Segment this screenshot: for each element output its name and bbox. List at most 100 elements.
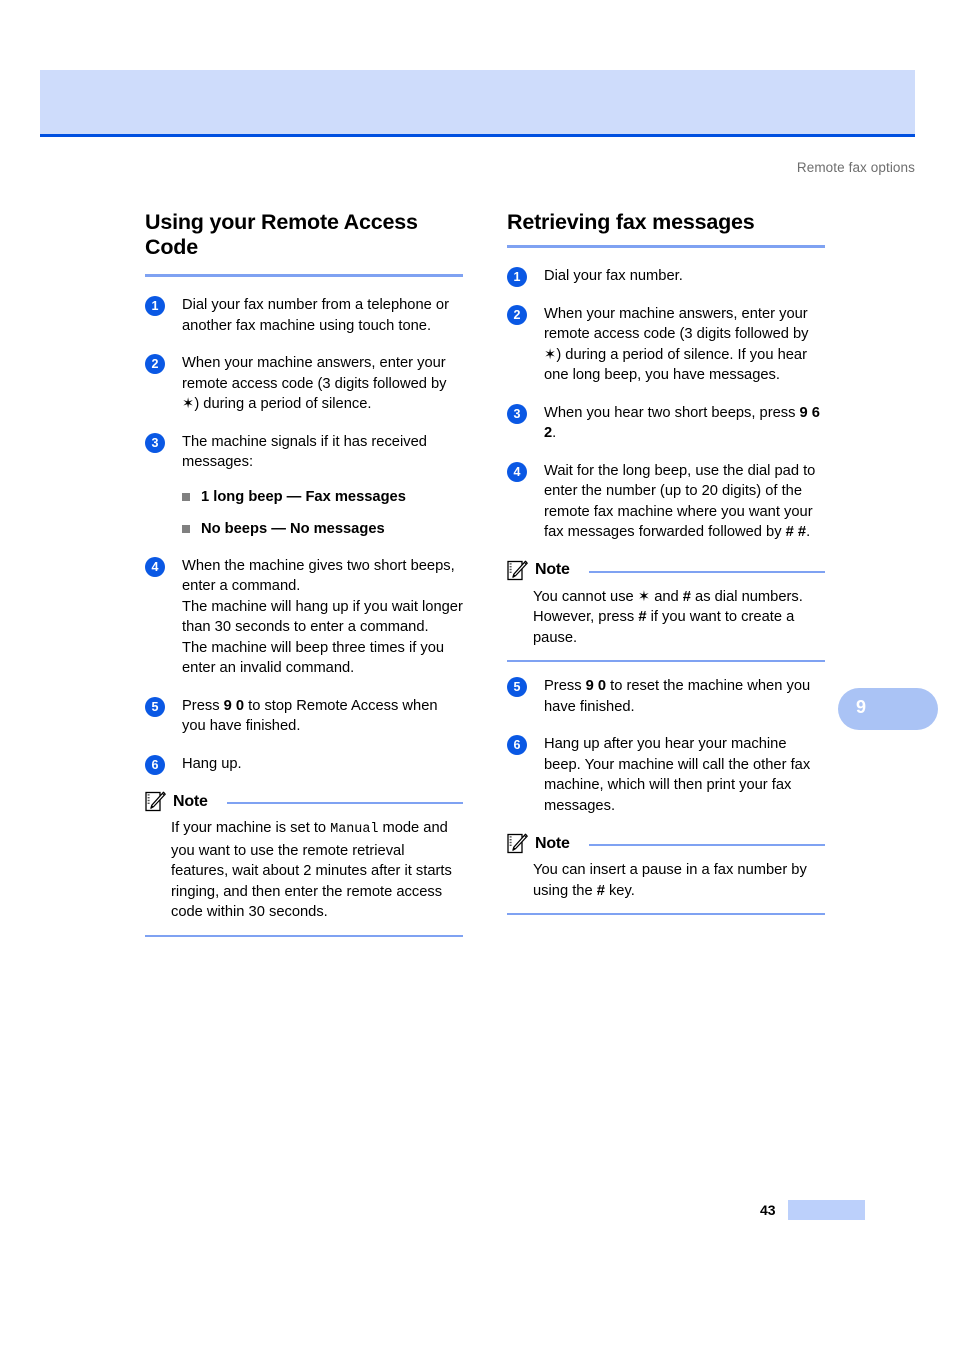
note-label: Note: [535, 561, 570, 578]
step-text-part: .: [806, 524, 811, 540]
step-text-line-2: The machine will hang up if you wait lon…: [182, 598, 463, 636]
step-number-badge: 1: [145, 296, 165, 316]
note-text: You can insert a pause in a fax number b…: [533, 860, 825, 901]
step-number-badge: 3: [145, 432, 165, 453]
right-step-2: 2 When your machine answers, enter your …: [507, 304, 825, 386]
note-label: Note: [535, 834, 570, 852]
note-body: You cannot use ✶ and # as dial numbers. …: [533, 587, 825, 649]
step-number-badge: 6: [145, 754, 165, 775]
left-section-title: Using your Remote Access Code: [145, 210, 418, 259]
note-text-part: and: [650, 588, 683, 605]
step-text-part: ) during a period of silence.: [194, 396, 372, 412]
step-text-part: When your machine answers, enter your re…: [544, 305, 809, 343]
key-code: #: [596, 882, 605, 899]
step-text-line-1: When the machine gives two short beeps, …: [182, 557, 455, 595]
note-body: If your machine is set to Manual mode an…: [171, 818, 463, 923]
note-header: Note: [145, 791, 463, 812]
list-item-label: 1 long beep — Fax messages: [201, 488, 406, 505]
right-note-box-1: Note You cannot use ✶ and # as dial numb…: [507, 560, 825, 662]
step-number-badge: 5: [145, 696, 165, 717]
step-number-badge: 4: [507, 461, 527, 482]
key-code: # #: [785, 524, 807, 540]
mode-value: Manual: [330, 822, 379, 837]
running-header: Remote fax options: [796, 160, 915, 175]
step-number-badge: 4: [145, 556, 165, 577]
step-text: Dial your fax number from a telephone or…: [182, 297, 449, 334]
note-text-part: You can insert a pause in a fax number b…: [533, 862, 807, 899]
left-title-rule: [145, 274, 463, 277]
left-column: Using your Remote Access Code 1 Dial you…: [145, 210, 463, 951]
key-code: 9 0: [223, 697, 245, 714]
step-number-badge: 2: [507, 304, 527, 325]
note-header: Note: [507, 560, 825, 581]
left-step-1: 1 Dial your fax number from a telephone …: [145, 295, 463, 336]
page-number: 43: [760, 1202, 776, 1218]
step-text-part: When your machine answers, enter your re…: [182, 355, 447, 392]
step-text-line-3: The machine will beep three times if you…: [182, 639, 445, 677]
right-title-rule: [507, 245, 825, 248]
left-step-4: 4 When the machine gives two short beeps…: [145, 556, 463, 679]
key-code: #: [682, 588, 691, 605]
note-text-part: You cannot use: [533, 588, 638, 605]
right-step-6: 6 Hang up after you hear your machine be…: [507, 734, 825, 816]
step-number-badge: 1: [507, 267, 527, 287]
star-symbol: ✶: [637, 588, 651, 605]
step-text: When your machine answers, enter your re…: [182, 353, 463, 415]
right-step-1: 1 Dial your fax number.: [507, 266, 825, 287]
star-symbol: ✶: [544, 346, 557, 363]
square-bullet-icon: [182, 524, 190, 533]
step-text: Dial your fax number.: [544, 268, 683, 284]
step-number-badge: 3: [507, 403, 527, 424]
right-column: Retrieving fax messages 1 Dial your fax …: [507, 210, 825, 951]
note-pencil-icon: [507, 833, 528, 854]
step-text-part: .: [552, 425, 557, 441]
left-step-6: 6 Hang up.: [145, 754, 463, 775]
right-step-5: 5 Press 9 0 to reset the machine when yo…: [507, 676, 825, 717]
note-text: If your machine is set to Manual mode an…: [171, 818, 463, 923]
step-text: Press 9 0 to stop Remote Access when you…: [182, 696, 463, 737]
page-top-banner: [40, 70, 915, 137]
footer-accent-bar: [787, 1200, 865, 1220]
list-item: 1 long beep — Fax messages: [182, 487, 463, 507]
step-text-part: When you hear two short beeps, press: [544, 404, 800, 421]
key-code: 9 0: [585, 678, 607, 694]
note-text-part: key.: [604, 882, 635, 899]
note-text-part: If your machine is set to: [171, 820, 331, 836]
step-text: When you hear two short beeps, press 9 6…: [544, 403, 825, 444]
step-text-part: Press: [182, 697, 224, 714]
beep-signal-list: 1 long beep — Fax messages No beeps — No…: [182, 487, 463, 539]
step-number-badge: 5: [507, 677, 527, 697]
note-header-rule: [588, 844, 825, 846]
step-number-badge: 2: [145, 354, 165, 374]
note-text: You cannot use ✶ and # as dial numbers. …: [533, 587, 825, 649]
note-header-rule: [226, 802, 463, 804]
step-text: Wait for the long beep, use the dial pad…: [544, 461, 825, 543]
page-content-columns: Using your Remote Access Code 1 Dial you…: [145, 210, 828, 951]
left-step-2: 2 When your machine answers, enter your …: [145, 353, 463, 415]
chapter-number: 9: [856, 697, 867, 717]
step-text-part: Wait for the long beep, use the dial pad…: [544, 462, 816, 541]
list-item: No beeps — No messages: [182, 519, 463, 539]
right-step-4: 4 Wait for the long beep, use the dial p…: [507, 461, 825, 543]
note-label: Note: [173, 792, 208, 810]
star-symbol: ✶: [182, 396, 195, 412]
chapter-thumb-tab: 9: [838, 688, 938, 730]
square-bullet-icon: [182, 492, 190, 501]
step-text: Hang up after you hear your machine beep…: [544, 736, 811, 814]
left-note-box: Note If your machine is set to Manual mo…: [145, 791, 463, 937]
step-text: The machine signals if it has received m…: [182, 433, 427, 471]
step-number-badge: 6: [507, 735, 527, 755]
note-header-rule: [588, 570, 825, 573]
step-text-part: Press: [544, 678, 586, 694]
right-note-box-2: Note You can insert a pause in a fax num…: [507, 833, 825, 915]
note-pencil-icon: [145, 791, 166, 812]
note-header: Note: [507, 833, 825, 854]
left-step-3: 3 The machine signals if it has received…: [145, 432, 463, 539]
note-bottom-rule: [507, 660, 825, 662]
note-pencil-icon: [507, 560, 528, 581]
page-footer: 43: [760, 1200, 865, 1220]
step-text: When your machine answers, enter your re…: [544, 304, 825, 386]
right-step-3: 3 When you hear two short beeps, press 9…: [507, 403, 825, 444]
step-text: Press 9 0 to reset the machine when you …: [544, 676, 825, 717]
note-body: You can insert a pause in a fax number b…: [533, 860, 825, 901]
